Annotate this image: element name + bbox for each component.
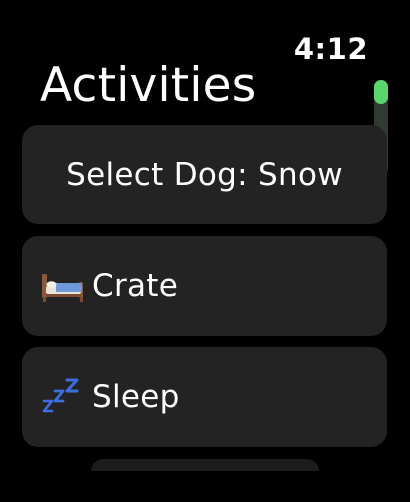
- activity-item-partial[interactable]: [91, 459, 319, 471]
- activity-label-crate: Crate: [92, 268, 179, 304]
- select-dog-button[interactable]: Select Dog: Snow: [22, 125, 387, 224]
- activity-item-crate[interactable]: Crate: [22, 236, 387, 336]
- select-dog-label: Select Dog: Snow: [66, 156, 343, 193]
- activity-label-sleep: Sleep: [92, 379, 180, 415]
- page-title: Activities: [40, 58, 257, 113]
- scroll-indicator-thumb: [374, 80, 388, 104]
- bed-icon: [40, 266, 86, 306]
- activity-item-sleep[interactable]: Sleep: [22, 347, 387, 447]
- status-time: 4:12: [293, 32, 368, 66]
- zzz-icon: [40, 377, 86, 417]
